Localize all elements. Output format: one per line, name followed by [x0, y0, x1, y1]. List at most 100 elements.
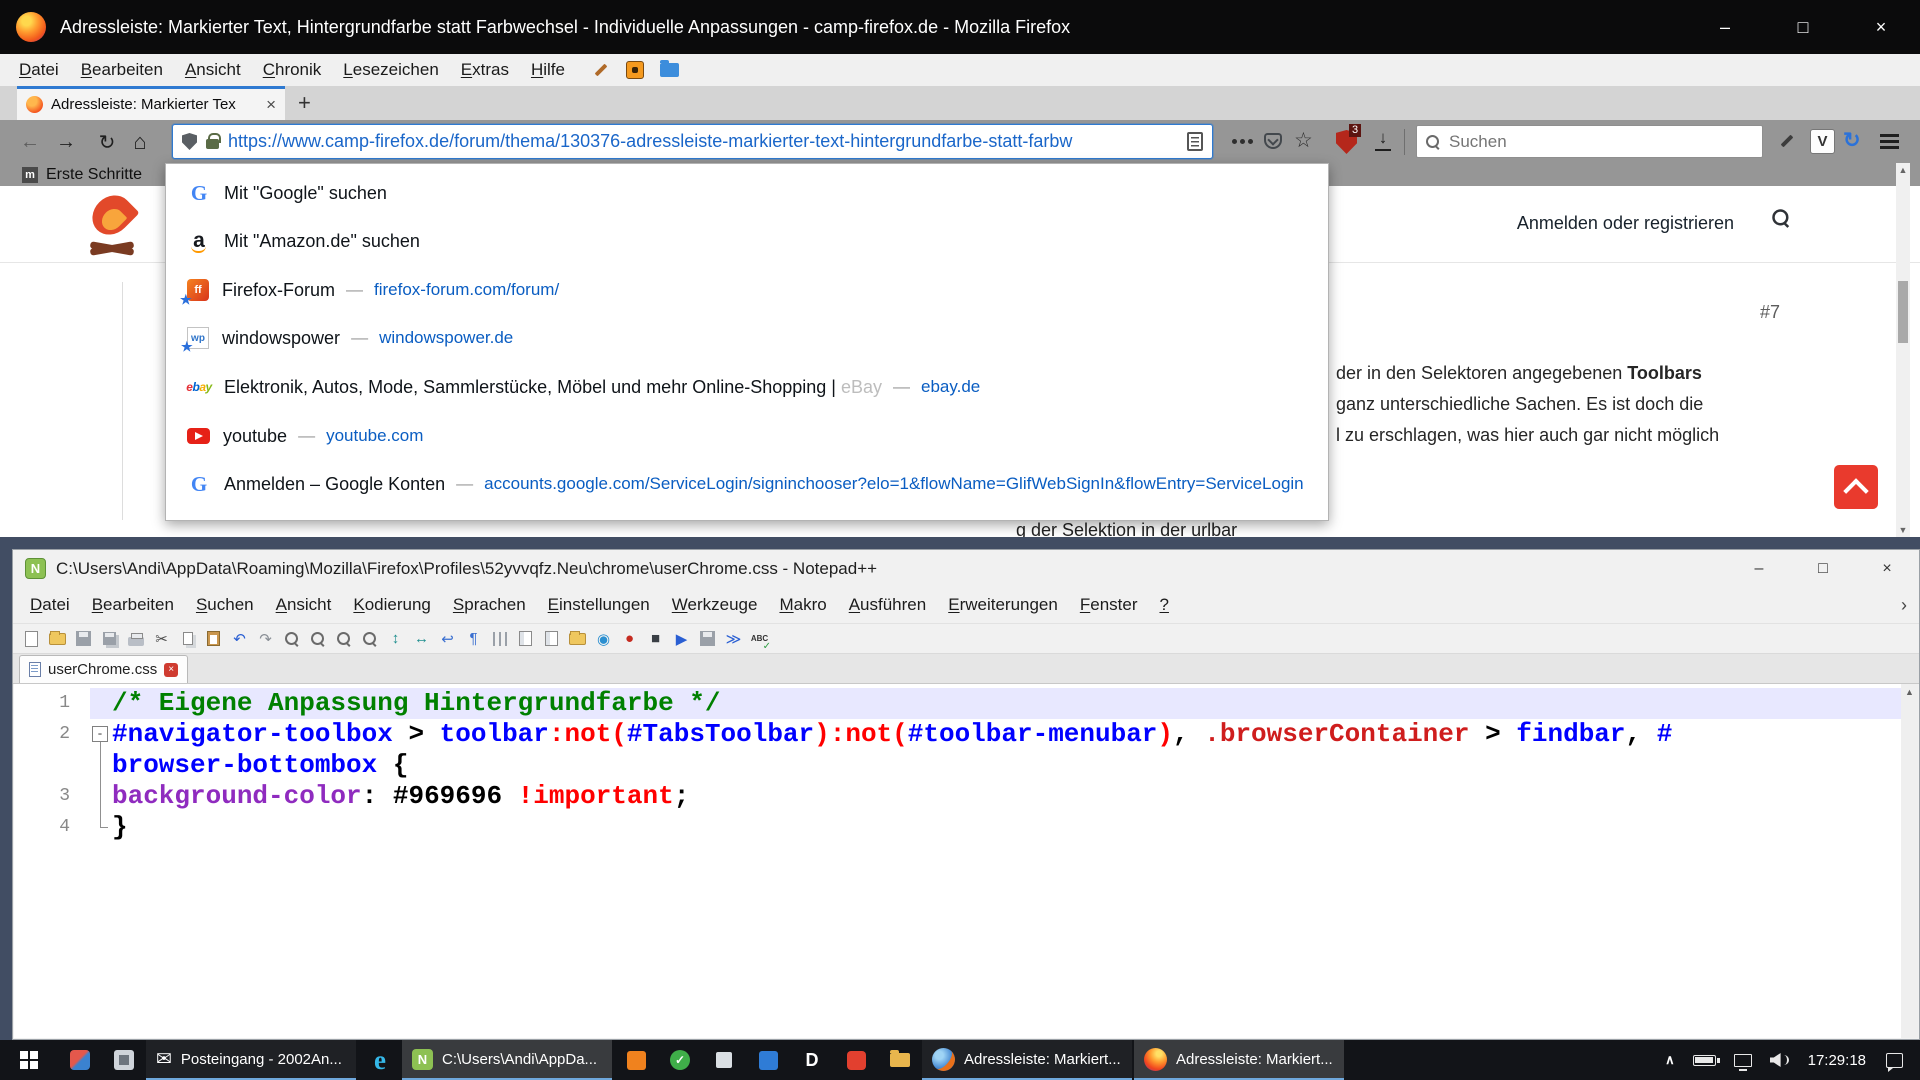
- urlbar-suggestion[interactable]: ff★Firefox-Forum—firefox-forum.com/forum…: [166, 268, 1328, 312]
- folder-addon-icon[interactable]: [660, 63, 679, 77]
- urlbar-suggestion[interactable]: aMit "Amazon.de" suchen: [166, 219, 1328, 263]
- home-button[interactable]: ⌂: [126, 128, 154, 156]
- reload-button[interactable]: ↻: [93, 128, 121, 156]
- downloads-icon[interactable]: ↓: [1372, 128, 1394, 148]
- notepad-tab[interactable]: userChrome.css ×: [19, 655, 188, 683]
- reader-mode-icon[interactable]: [1187, 132, 1203, 151]
- notepad-menu-erweiterungen[interactable]: Erweiterungen: [937, 595, 1069, 615]
- scrollbar-down-icon[interactable]: ▼: [1896, 525, 1910, 535]
- bookmark-item[interactable]: Erste Schritte: [46, 166, 142, 184]
- search-input[interactable]: [1449, 132, 1753, 152]
- page-scrollbar[interactable]: ▲ ▼: [1896, 163, 1910, 537]
- urlbar-suggestion[interactable]: ebayElektronik, Autos, Mode, Sammlerstüc…: [166, 365, 1328, 409]
- pinned-app-5[interactable]: [702, 1040, 746, 1080]
- save-icon[interactable]: [73, 628, 94, 649]
- volume-icon[interactable]: [1761, 1040, 1797, 1080]
- notepad-close-button[interactable]: ×: [1855, 550, 1919, 587]
- pinned-app-3[interactable]: [614, 1040, 658, 1080]
- cut-icon[interactable]: ✂: [151, 628, 172, 649]
- task-firefox-1[interactable]: Adressleiste: Markiert...: [922, 1040, 1132, 1080]
- urlbar-suggestion[interactable]: youtube—youtube.com: [166, 414, 1328, 458]
- firefox-menu-ansicht[interactable]: Ansicht: [174, 60, 252, 80]
- new-file-icon[interactable]: [21, 628, 42, 649]
- page-search-icon[interactable]: [1772, 209, 1790, 227]
- undo-icon[interactable]: ↶: [229, 628, 250, 649]
- save-all-icon[interactable]: [99, 628, 120, 649]
- firefox-menu-extras[interactable]: Extras: [450, 60, 520, 80]
- minimize-button[interactable]: –: [1686, 0, 1764, 54]
- find-icon[interactable]: [281, 628, 302, 649]
- lock-icon[interactable]: [206, 139, 219, 149]
- pinned-app-1[interactable]: [58, 1040, 102, 1080]
- run-macro-icon[interactable]: ≫: [723, 628, 744, 649]
- notepad-menu-bearbeiten[interactable]: Bearbeiten: [81, 595, 185, 615]
- function-list-icon[interactable]: [541, 628, 562, 649]
- editor-scrollbar[interactable]: ▲: [1901, 684, 1918, 1038]
- urlbar-suggestion[interactable]: GMit "Google" suchen: [166, 171, 1328, 215]
- action-center-icon[interactable]: [1877, 1040, 1912, 1080]
- stylus-addon-icon[interactable]: [1778, 132, 1796, 150]
- notepad-menu-makro[interactable]: Makro: [768, 595, 837, 615]
- monitoring-icon[interactable]: ◉: [593, 628, 614, 649]
- notepad-menu-fenster[interactable]: Fenster: [1069, 595, 1149, 615]
- fold-toggle[interactable]: -: [92, 726, 108, 742]
- notepad-menu-datei[interactable]: Datei: [19, 595, 81, 615]
- close-button[interactable]: ×: [1842, 0, 1920, 54]
- paste-icon[interactable]: [203, 628, 224, 649]
- urlbar-suggestion[interactable]: GAnmelden – Google Konten—accounts.googl…: [166, 462, 1328, 506]
- scrollbar-up-icon[interactable]: ▲: [1896, 165, 1910, 175]
- scrollbar-thumb[interactable]: [1898, 281, 1908, 343]
- notepad-titlebar[interactable]: N C:\Users\Andi\AppData\Roaming\Mozilla\…: [13, 550, 1919, 587]
- notepad-tab-close-icon[interactable]: ×: [164, 663, 178, 677]
- addon-icon-orange[interactable]: [626, 61, 644, 79]
- bookmark-star-icon[interactable]: ☆: [1294, 128, 1313, 153]
- back-button[interactable]: ←: [16, 128, 44, 156]
- firefox-menu-datei[interactable]: Datei: [8, 60, 70, 80]
- firefox-menu-lesezeichen[interactable]: Lesezeichen: [332, 60, 449, 80]
- sync-refresh-icon[interactable]: ↻: [1843, 128, 1861, 153]
- notepad-menu-werkzeuge[interactable]: Werkzeuge: [661, 595, 769, 615]
- indent-guide-icon[interactable]: [489, 628, 510, 649]
- pinned-app-2[interactable]: [102, 1040, 146, 1080]
- copy-icon[interactable]: [177, 628, 198, 649]
- page-actions-icon[interactable]: [1240, 139, 1245, 144]
- task-notepadpp[interactable]: NC:\Users\Andi\AppDa...: [402, 1040, 612, 1080]
- camp-firefox-logo[interactable]: [84, 192, 140, 254]
- replace-icon[interactable]: [307, 628, 328, 649]
- start-button[interactable]: [0, 1040, 58, 1080]
- sync-horizontal-icon[interactable]: ↔: [411, 628, 432, 649]
- show-symbols-icon[interactable]: ¶: [463, 628, 484, 649]
- pocket-icon[interactable]: [1264, 133, 1282, 149]
- sync-vertical-icon[interactable]: ↕: [385, 628, 406, 649]
- doc-map-icon[interactable]: [515, 628, 536, 649]
- notepad-menu-suchen[interactable]: Suchen: [185, 595, 265, 615]
- notepad-menu-item[interactable]: ?: [1148, 595, 1179, 615]
- notepad-menu-kodierung[interactable]: Kodierung: [342, 595, 442, 615]
- network-icon[interactable]: [1725, 1040, 1761, 1080]
- task-mail[interactable]: ✉Posteingang - 2002An...: [146, 1040, 356, 1080]
- tab-close-icon[interactable]: ×: [266, 95, 276, 115]
- code-editor[interactable]: 1/* Eigene Anpassung Hintergrundfarbe */…: [14, 684, 1918, 1038]
- folder-workspace-icon[interactable]: [567, 628, 588, 649]
- redo-icon[interactable]: ↷: [255, 628, 276, 649]
- notepad-menu-einstellungen[interactable]: Einstellungen: [537, 595, 661, 615]
- zoom-in-icon[interactable]: [333, 628, 354, 649]
- highlighter-addon-icon[interactable]: [592, 61, 610, 79]
- firefox-menu-bearbeiten[interactable]: Bearbeiten: [70, 60, 174, 80]
- spell-check-icon[interactable]: ABC: [749, 628, 770, 649]
- play-macro-icon[interactable]: ▶: [671, 628, 692, 649]
- pinned-app-4[interactable]: ✓: [658, 1040, 702, 1080]
- taskbar-clock[interactable]: 17:29:18: [1797, 1052, 1877, 1069]
- word-wrap-icon[interactable]: ↩: [437, 628, 458, 649]
- pinned-app-9[interactable]: [878, 1040, 922, 1080]
- pinned-app-7[interactable]: D: [790, 1040, 834, 1080]
- scroll-to-top-button[interactable]: [1834, 465, 1878, 509]
- browser-tab[interactable]: Adressleiste: Markierter Tex ×: [17, 86, 285, 120]
- edge-icon[interactable]: e: [358, 1040, 402, 1080]
- menu-overflow-icon[interactable]: ›: [1901, 595, 1907, 616]
- pinned-app-6[interactable]: [746, 1040, 790, 1080]
- new-tab-button[interactable]: +: [285, 90, 324, 116]
- urlbar-suggestion[interactable]: wp★windowspower—windowspower.de: [166, 316, 1328, 360]
- zoom-out-icon[interactable]: [359, 628, 380, 649]
- print-icon[interactable]: [125, 628, 146, 649]
